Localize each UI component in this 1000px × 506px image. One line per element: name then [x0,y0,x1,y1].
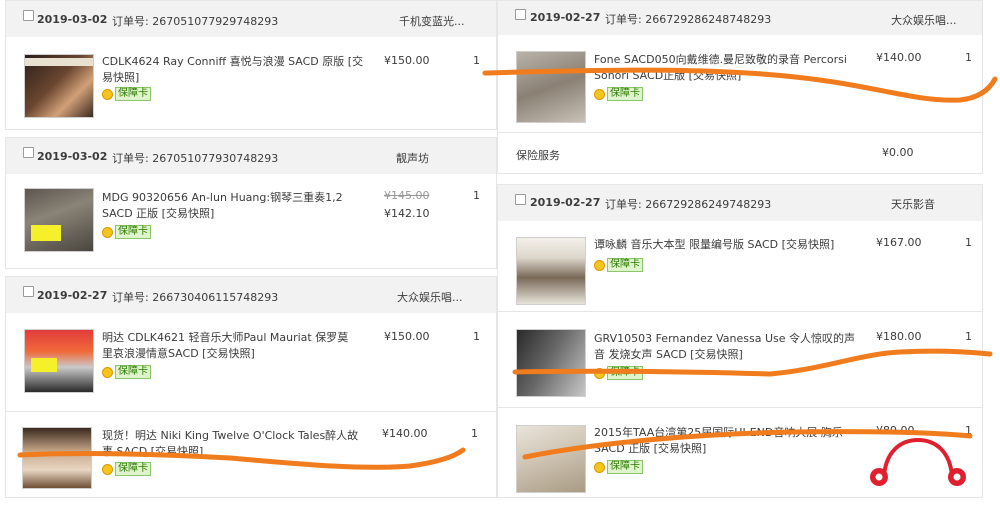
warranty-coin-icon [102,226,113,238]
warranty-badge[interactable]: 保障卡 [594,258,643,272]
warranty-coin-icon [594,259,605,271]
insurance-service-label: 保险服务 [516,149,560,162]
warranty-coin-icon [102,88,113,100]
warranty-coin-icon [102,463,113,475]
warranty-badge[interactable]: 保障卡 [102,462,151,476]
order-number: 订单号: 267051077930748293 [112,152,279,165]
quantity: 1 [965,51,972,64]
warranty-coin-icon [102,366,113,378]
seller-link[interactable]: 天乐影音 [891,196,935,212]
order-header: 2019-02-27 订单号: 266729286249748293 天乐影音 [498,185,982,221]
order-header: 2019-02-27 订单号: 266729286248748293 大众娱乐唱… [498,1,982,35]
price-sticker [31,358,57,372]
product-title-link[interactable]: GRV10503 Fernandez Vanessa Use 令人惊叹的声音 发… [594,331,856,363]
seller-link[interactable]: 千机变蓝光... [399,13,465,29]
quantity: 1 [473,189,480,202]
unit-price: ¥150.00 [384,330,430,343]
product-thumbnail[interactable] [516,329,586,397]
item-divider [6,411,496,412]
order-checkbox[interactable] [515,9,526,20]
unit-price: ¥140.00 [876,51,922,64]
order-header: 2019-02-27 订单号: 266730406115748293 大众娱乐唱… [6,277,496,313]
unit-price: ¥89.00 [876,424,915,437]
warranty-badge-label: 保障卡 [115,225,151,239]
order-date: 2019-02-27 [530,11,601,24]
warranty-coin-icon [594,88,605,100]
quantity: 1 [965,424,972,437]
warranty-coin-icon [594,367,605,379]
warranty-badge-label: 保障卡 [607,460,643,474]
product-thumbnail[interactable] [22,427,92,489]
order-date: 2019-02-27 [37,289,108,302]
order-number: 订单号: 266729286249748293 [605,198,772,211]
album-cover-band [25,58,93,66]
warranty-badge[interactable]: 保障卡 [102,225,151,239]
order-block: 2019-03-02 订单号: 267051077929748293 千机变蓝光… [5,0,497,130]
order-block: 2019-03-02 订单号: 267051077930748293 靓声坊 M… [5,137,497,269]
seller-link[interactable]: 大众娱乐唱... [891,12,957,28]
warranty-badge-label: 保障卡 [115,365,151,379]
order-number: 订单号: 266729286248748293 [605,13,772,26]
order-block: 2019-02-27 订单号: 266730406115748293 大众娱乐唱… [5,276,497,498]
warranty-badge-label: 保障卡 [607,258,643,272]
quantity: 1 [965,330,972,343]
warranty-badge[interactable]: 保障卡 [594,366,643,380]
item-divider [498,311,982,312]
product-thumbnail[interactable] [24,188,94,252]
unit-price: ¥142.10 [384,207,430,220]
seller-link[interactable]: 大众娱乐唱... [397,289,463,305]
order-date: 2019-03-02 [37,150,108,163]
price-sticker [31,225,61,241]
quantity: 1 [471,427,478,440]
order-checkbox[interactable] [23,10,34,21]
seller-link[interactable]: 靓声坊 [396,150,429,166]
product-thumbnail[interactable] [24,329,94,393]
order-number: 订单号: 267051077929748293 [112,15,279,28]
order-checkbox[interactable] [23,147,34,158]
original-price: ¥145.00 [384,189,430,202]
warranty-badge-label: 保障卡 [115,462,151,476]
order-block: 2019-02-27 订单号: 266729286248748293 大众娱乐唱… [497,0,983,174]
warranty-badge-label: 保障卡 [115,87,151,101]
item-divider [498,132,982,133]
quantity: 1 [473,54,480,67]
unit-price: ¥167.00 [876,236,922,249]
unit-price: ¥150.00 [384,54,430,67]
product-title-link[interactable]: MDG 90320656 An-lun Huang:钢琴三重奏1,2 SACD … [102,190,364,222]
product-title-link[interactable]: CDLK4624 Ray Conniff 喜悦与浪漫 SACD 原版 [交易快照… [102,54,364,86]
order-checkbox[interactable] [23,286,34,297]
warranty-badge-label: 保障卡 [607,366,643,380]
order-date: 2019-03-02 [37,13,108,26]
order-block: 2019-02-27 订单号: 266729286249748293 天乐影音 … [497,184,983,498]
product-title-link[interactable]: 2015年TAA台湾第25届国际HI-END音响大展 胸乐 SACD 正版 [交… [594,425,856,457]
warranty-badge[interactable]: 保障卡 [102,87,151,101]
product-title-link[interactable]: Fone SACD050向戴维德.曼尼致敬的录音 Percorsi Sonori… [594,52,856,84]
product-thumbnail[interactable] [516,51,586,123]
warranty-badge[interactable]: 保障卡 [594,460,643,474]
unit-price: ¥140.00 [382,427,428,440]
insurance-service-price: ¥0.00 [882,146,914,159]
product-thumbnail[interactable] [516,237,586,305]
product-thumbnail[interactable] [516,425,586,493]
product-title-link[interactable]: 明达 CDLK4621 轻音乐大师Paul Mauriat 保罗莫里哀浪漫情意S… [102,330,354,362]
item-divider [498,407,982,408]
warranty-badge-label: 保障卡 [607,87,643,101]
product-thumbnail[interactable] [24,54,94,118]
warranty-coin-icon [594,461,605,473]
product-title-link[interactable]: 现货！明达 Niki King Twelve O'Clock Tales醉人故事… [102,428,360,460]
order-header: 2019-03-02 订单号: 267051077929748293 千机变蓝光… [6,1,496,37]
unit-price: ¥180.00 [876,330,922,343]
order-date: 2019-02-27 [530,196,601,209]
quantity: 1 [965,236,972,249]
order-header: 2019-03-02 订单号: 267051077930748293 靓声坊 [6,138,496,174]
order-number: 订单号: 266730406115748293 [112,291,279,304]
warranty-badge[interactable]: 保障卡 [102,365,151,379]
quantity: 1 [473,330,480,343]
order-checkbox[interactable] [515,194,526,205]
warranty-badge[interactable]: 保障卡 [594,87,643,101]
